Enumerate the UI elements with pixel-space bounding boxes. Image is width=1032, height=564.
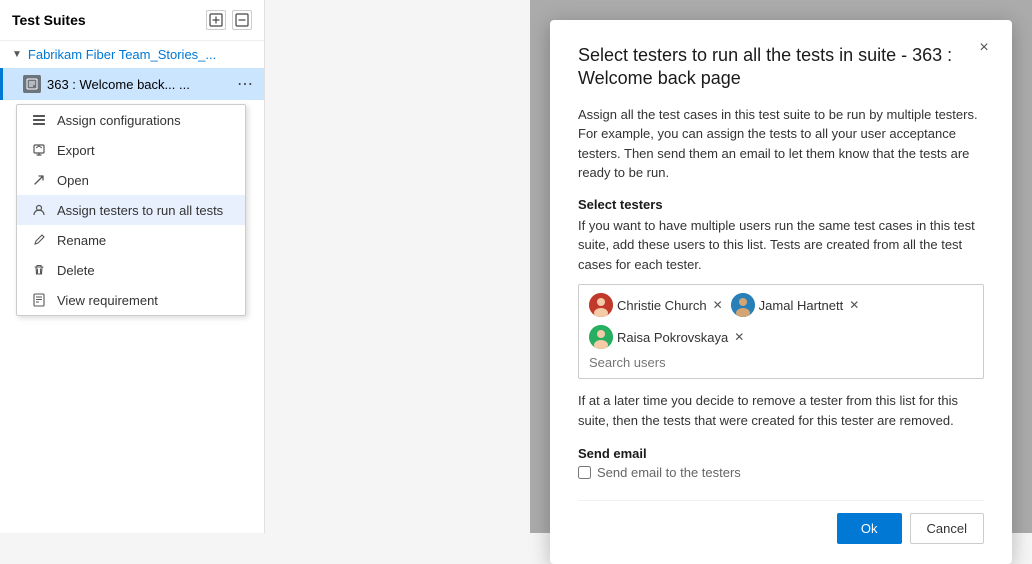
assign-testers-icon [31,202,47,218]
tester-name-rp: Raisa Pokrovskaya [617,330,728,345]
tester-avatar-rp [589,325,613,349]
tree-chevron-icon: ▼ [12,49,22,60]
sidebar-title: Test Suites [12,12,86,28]
tester-chip-rp: Raisa Pokrovskaya ✕ [589,325,744,349]
sidebar-header-icons [206,10,252,30]
sidebar-header: Test Suites [0,0,264,41]
menu-delete-label: Delete [57,263,95,278]
context-menu: Assign configurations Export Open [16,104,246,316]
send-email-section: Send email Send email to the testers [578,446,984,480]
modal-description: Assign all the test cases in this test s… [578,105,984,183]
menu-assign-testers-label: Assign testers to run all tests [57,203,223,218]
remove-warning: If at a later time you decide to remove … [578,391,984,430]
add-suite-button[interactable] [206,10,226,30]
main-area: × Select testers to run all the tests in… [265,0,1032,533]
rename-icon [31,232,47,248]
menu-item-rename[interactable]: Rename [17,225,245,255]
assign-config-icon [31,112,47,128]
tester-remove-rp[interactable]: ✕ [734,330,744,344]
menu-item-assign-testers[interactable]: Assign testers to run all tests [17,195,245,225]
menu-assign-config-label: Assign configurations [57,113,181,128]
tester-chip-cc: Christie Church ✕ [589,293,723,317]
menu-open-label: Open [57,173,89,188]
team-label: Fabrikam Fiber Team_Stories_... [28,47,216,62]
menu-item-delete[interactable]: Delete [17,255,245,285]
ok-button[interactable]: Ok [837,513,902,544]
suite-item-more-button[interactable]: ⋯ [234,73,256,95]
suite-item-icon [23,75,41,93]
menu-export-label: Export [57,143,95,158]
modal-footer: Ok Cancel [578,500,984,544]
send-email-title: Send email [578,446,984,461]
menu-rename-label: Rename [57,233,106,248]
export-icon [31,142,47,158]
suite-item[interactable]: 363 : Welcome back... ... ⋯ [0,68,264,100]
tester-avatar-jh [731,293,755,317]
select-testers-title: Select testers [578,197,984,212]
team-tree-item[interactable]: ▼ Fabrikam Fiber Team_Stories_... [0,41,264,68]
view-req-icon [31,292,47,308]
testers-box[interactable]: Christie Church ✕ Jamal Hartnett [578,284,984,379]
modal-overlay: × Select testers to run all the tests in… [530,0,1032,533]
open-icon [31,172,47,188]
send-email-label[interactable]: Send email to the testers [597,465,741,480]
suite-item-label: 363 : Welcome back... ... [47,77,234,92]
search-users-input[interactable] [589,355,709,370]
menu-view-req-label: View requirement [57,293,158,308]
tester-chip-jh: Jamal Hartnett ✕ [731,293,860,317]
menu-item-view-req[interactable]: View requirement [17,285,245,315]
modal-close-button[interactable]: × [972,36,996,60]
tester-name-jh: Jamal Hartnett [759,298,844,313]
tester-remove-cc[interactable]: ✕ [713,298,723,312]
tester-remove-jh[interactable]: ✕ [849,298,859,312]
send-email-checkbox[interactable] [578,466,591,479]
tester-name-cc: Christie Church [617,298,707,313]
menu-item-assign-config[interactable]: Assign configurations [17,105,245,135]
send-email-row: Send email to the testers [578,465,984,480]
tester-avatar-cc [589,293,613,317]
collapse-suite-button[interactable] [232,10,252,30]
menu-item-open[interactable]: Open [17,165,245,195]
sidebar: Test Suites ▼ Fabrikam Fiber Team_Storie… [0,0,265,533]
modal: × Select testers to run all the tests in… [550,20,1012,564]
delete-icon [31,262,47,278]
select-testers-desc: If you want to have multiple users run t… [578,216,984,275]
testers-row: Christie Church ✕ Jamal Hartnett [589,293,973,349]
menu-item-export[interactable]: Export [17,135,245,165]
modal-title: Select testers to run all the tests in s… [578,44,984,91]
cancel-button[interactable]: Cancel [910,513,984,544]
